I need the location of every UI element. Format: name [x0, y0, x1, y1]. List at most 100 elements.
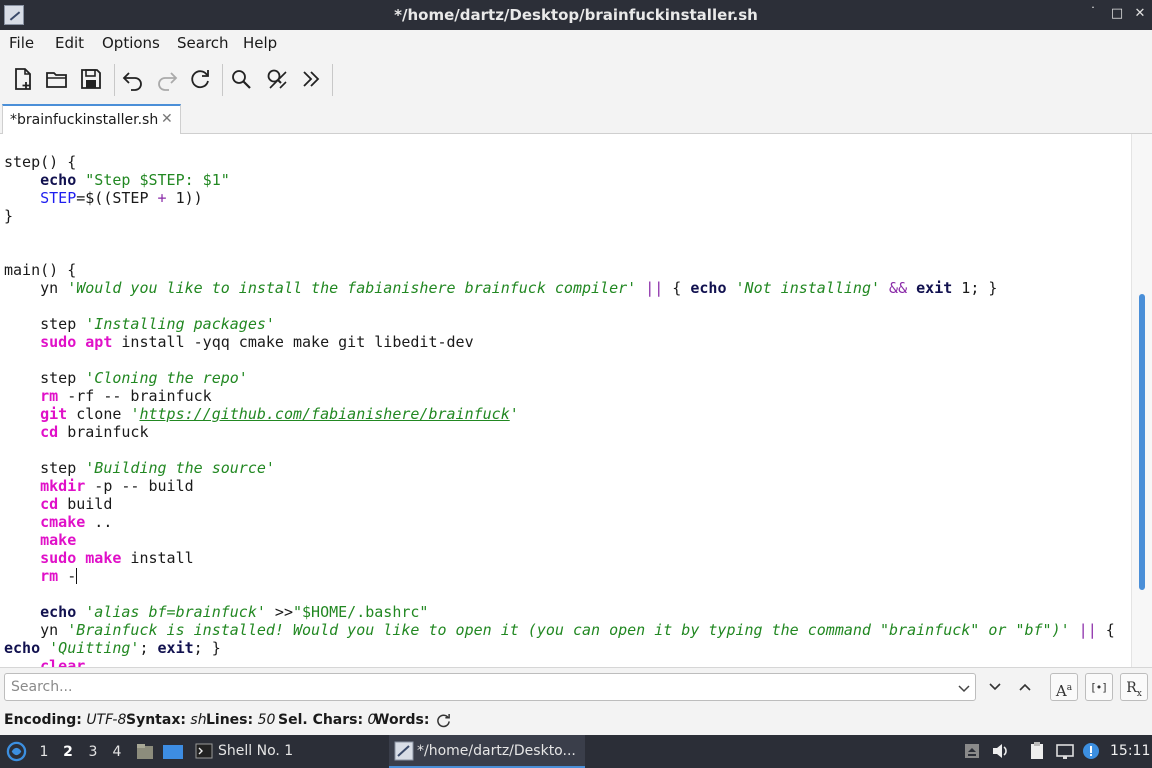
code-token: clear	[40, 657, 86, 667]
new-document-icon[interactable]	[10, 66, 36, 92]
find-icon[interactable]	[228, 66, 254, 92]
workspace-2[interactable]: 2	[60, 744, 76, 760]
menu-edit[interactable]: Edit	[55, 34, 84, 52]
more-icon[interactable]	[298, 66, 324, 92]
find-previous-button[interactable]	[1011, 673, 1039, 701]
code-line[interactable]: step 'Building the source'	[4, 459, 275, 477]
encoding-status: Encoding: UTF-8	[4, 712, 127, 728]
minimize-button[interactable]: ˙	[1083, 4, 1103, 24]
code-token: git	[40, 405, 68, 423]
clock[interactable]: 15:11	[1110, 743, 1150, 759]
find-next-button[interactable]	[981, 673, 1009, 701]
code-token: {	[1096, 621, 1115, 639]
syntax-status: Syntax: sh	[126, 712, 207, 728]
code-line[interactable]: git clone 'https://github.com/fabianishe…	[4, 405, 519, 423]
code-line[interactable]: echo 'Quitting'; exit; }	[4, 639, 221, 657]
code-line[interactable]: cd brainfuck	[4, 423, 149, 441]
code-line[interactable]: STEP=$((STEP + 1))	[4, 189, 203, 207]
code-token: exit	[157, 639, 194, 657]
code-line[interactable]: sudo apt install -yqq cmake make git lib…	[4, 333, 473, 351]
taskbar-shell[interactable]: Shell No. 1	[190, 735, 370, 768]
maximize-button[interactable]: □	[1107, 4, 1127, 24]
redo-icon[interactable]	[154, 66, 180, 92]
code-token: mkdir	[40, 477, 86, 495]
workspace-1[interactable]: 1	[36, 744, 52, 760]
menu-file[interactable]: File	[9, 34, 34, 52]
taskbar: 1 2 3 4 Shell No. 1 */home/dartz/Deskto.…	[0, 735, 1152, 768]
whole-word-icon: [•]	[1091, 681, 1107, 694]
menu-search[interactable]: Search	[177, 34, 229, 52]
save-icon[interactable]	[78, 66, 104, 92]
file-manager-icon[interactable]	[135, 742, 155, 762]
code-line[interactable]: main() {	[4, 261, 76, 279]
code-token: ||	[645, 279, 664, 297]
code-line[interactable]: yn 'Would you like to install the fabian…	[4, 279, 997, 297]
regex-button[interactable]: Rx	[1120, 673, 1148, 701]
code-line[interactable]: rm -rf -- brainfuck	[4, 387, 212, 405]
code-token: cd	[40, 423, 59, 441]
open-folder-icon[interactable]	[44, 66, 70, 92]
code-line[interactable]: mkdir -p -- build	[4, 477, 194, 495]
close-window-button[interactable]: ✕	[1130, 4, 1150, 24]
code-token: step() {	[4, 153, 77, 171]
code-line[interactable]: cd build	[4, 495, 112, 513]
editor-scrollbar[interactable]	[1131, 134, 1152, 667]
start-menu-icon[interactable]	[6, 741, 27, 762]
text-editor[interactable]: step() { echo "Step $STEP: $1" STEP=$((S…	[0, 134, 1131, 667]
code-line[interactable]: yn 'Brainfuck is installed! Would you li…	[4, 621, 1115, 639]
code-token: echo	[40, 603, 77, 621]
tray-eject-icon[interactable]	[962, 741, 982, 761]
text-cursor	[76, 568, 78, 584]
notification-icon[interactable]	[1081, 741, 1101, 761]
code-token: brainfuck	[58, 423, 149, 441]
search-bar: Aa [•] Rx	[0, 667, 1152, 707]
taskbar-featherpad[interactable]: */home/dartz/Deskto...	[389, 735, 585, 768]
menu-bar: File Edit Options Search Help	[0, 30, 1152, 56]
menu-options[interactable]: Options	[102, 34, 160, 52]
scrollbar-thumb[interactable]	[1139, 294, 1145, 590]
volume-icon[interactable]	[990, 741, 1010, 761]
search-history-dropdown-icon[interactable]	[957, 681, 971, 695]
find-replace-icon[interactable]	[264, 66, 290, 92]
code-line[interactable]: step 'Cloning the repo'	[4, 369, 248, 387]
whole-word-button[interactable]: [•]	[1085, 673, 1113, 701]
code-line[interactable]: clear	[4, 657, 85, 667]
reload-icon[interactable]	[187, 66, 213, 92]
search-input[interactable]	[4, 673, 976, 701]
menu-help[interactable]: Help	[243, 34, 277, 52]
selected-chars-status: Sel. Chars: 0	[278, 712, 377, 728]
undo-icon[interactable]	[120, 66, 146, 92]
code-line[interactable]: echo "Step $STEP: $1"	[4, 171, 230, 189]
code-token: build	[58, 495, 113, 513]
show-desktop-icon[interactable]	[162, 742, 184, 762]
code-line[interactable]: make	[4, 531, 76, 549]
terminal-icon	[195, 743, 213, 759]
code-line[interactable]: step() {	[4, 153, 76, 171]
refresh-word-count-icon[interactable]	[436, 713, 451, 728]
workspace-3[interactable]: 3	[85, 744, 101, 760]
tab-brainfuckinstaller[interactable]: *brainfuckinstaller.sh ✕	[2, 104, 181, 135]
code-token: 'Not installing'	[735, 279, 881, 297]
code-line[interactable]: sudo make install	[4, 549, 194, 567]
code-line[interactable]: rm -	[4, 567, 78, 585]
workspace-4[interactable]: 4	[109, 744, 125, 760]
code-line[interactable]: step 'Installing packages'	[4, 315, 275, 333]
code-line[interactable]: cmake ..	[4, 513, 112, 531]
code-line[interactable]: echo 'alias bf=brainfuck' >>"$HOME/.bash…	[4, 603, 428, 621]
network-icon[interactable]	[1055, 741, 1075, 761]
tab-close-icon[interactable]: ✕	[161, 111, 173, 127]
clipboard-icon[interactable]	[1027, 741, 1047, 761]
code-line[interactable]: }	[4, 207, 13, 225]
match-case-button[interactable]: Aa	[1050, 673, 1078, 701]
